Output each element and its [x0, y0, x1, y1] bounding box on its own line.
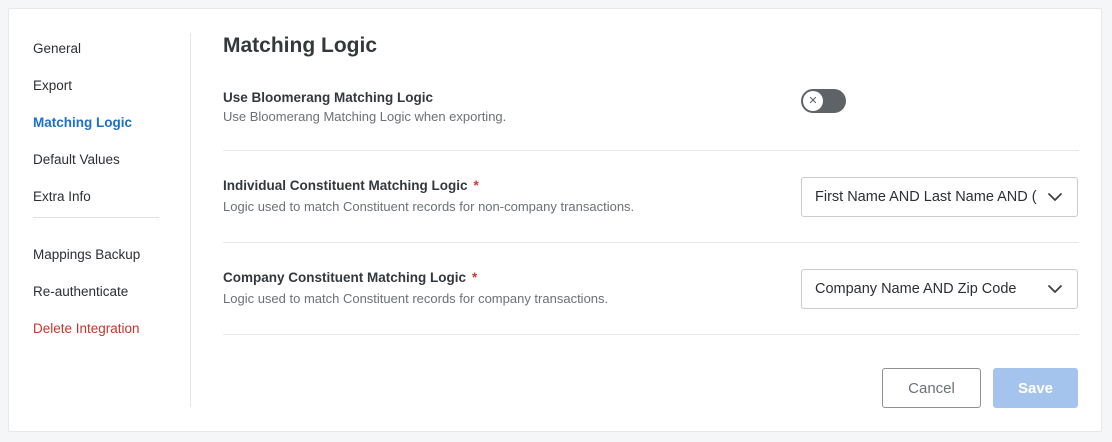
sidebar-divider — [33, 217, 159, 218]
individual-logic-description: Logic used to match Constituent records … — [223, 199, 635, 214]
settings-card: General Export Matching Logic Default Va… — [8, 8, 1102, 432]
required-mark: * — [472, 270, 478, 285]
sidebar-item-re-authenticate[interactable]: Re-authenticate — [33, 284, 128, 299]
bloomerang-toggle-label: Use Bloomerang Matching Logic — [223, 90, 434, 105]
bloomerang-matching-toggle[interactable]: ✕ — [801, 89, 846, 113]
sidebar-item-general[interactable]: General — [33, 41, 81, 56]
chevron-down-icon — [1048, 285, 1062, 293]
sidebar-item-mappings-backup[interactable]: Mappings Backup — [33, 247, 140, 262]
save-button[interactable]: Save — [993, 368, 1078, 408]
row-divider — [223, 150, 1079, 151]
sidebar-item-extra-info[interactable]: Extra Info — [33, 189, 91, 204]
row-divider — [223, 242, 1079, 243]
sidebar-item-export[interactable]: Export — [33, 78, 72, 93]
individual-logic-selected-value: First Name AND Last Name AND ( — [815, 189, 1037, 205]
settings-sidebar: General Export Matching Logic Default Va… — [9, 33, 191, 407]
cancel-button[interactable]: Cancel — [882, 368, 981, 408]
sidebar-item-matching-logic[interactable]: Matching Logic — [33, 115, 132, 130]
row-divider — [223, 334, 1079, 335]
page-title: Matching Logic — [223, 34, 377, 57]
individual-logic-select[interactable]: First Name AND Last Name AND ( — [801, 177, 1078, 217]
sidebar-item-default-values[interactable]: Default Values — [33, 152, 120, 167]
sidebar-item-delete-integration[interactable]: Delete Integration — [33, 321, 140, 336]
bloomerang-toggle-description: Use Bloomerang Matching Logic when expor… — [223, 109, 507, 124]
matching-logic-panel: Matching Logic Use Bloomerang Matching L… — [223, 9, 1079, 433]
company-logic-selected-value: Company Name AND Zip Code — [815, 281, 1017, 297]
required-mark: * — [473, 178, 479, 193]
individual-logic-label-text: Individual Constituent Matching Logic — [223, 178, 468, 193]
company-logic-select[interactable]: Company Name AND Zip Code — [801, 269, 1078, 309]
company-logic-label: Company Constituent Matching Logic * — [223, 270, 477, 285]
company-logic-label-text: Company Constituent Matching Logic — [223, 270, 466, 285]
x-icon: ✕ — [803, 91, 823, 111]
company-logic-description: Logic used to match Constituent records … — [223, 291, 609, 306]
chevron-down-icon — [1048, 193, 1062, 201]
individual-logic-label: Individual Constituent Matching Logic * — [223, 178, 479, 193]
